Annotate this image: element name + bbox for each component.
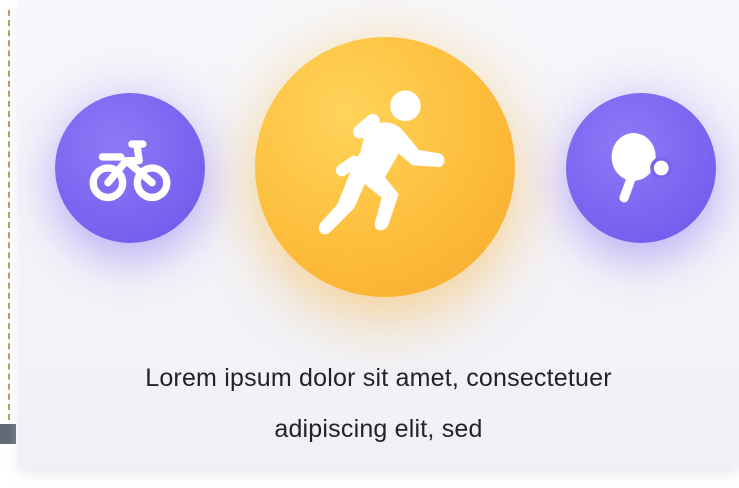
dashed-divider — [8, 10, 10, 420]
pingpong-circle — [566, 93, 716, 243]
caption-line-1: Lorem ipsum dolor sit amet, consectetuer — [145, 364, 612, 392]
ping-pong-paddle-icon — [611, 133, 673, 203]
bicycle-circle — [55, 93, 205, 243]
running-person-icon — [318, 90, 445, 235]
corner-tag — [0, 424, 16, 444]
caption-line-2: adipiscing elit, sed — [274, 415, 483, 443]
screenshot-stage: Lorem ipsum dolor sit amet, consectetuer… — [0, 0, 739, 488]
left-rail — [0, 0, 18, 488]
bicycle-icon — [89, 140, 171, 202]
runner-circle — [255, 37, 515, 297]
sports-card: Lorem ipsum dolor sit amet, consectetuer… — [18, 0, 739, 466]
